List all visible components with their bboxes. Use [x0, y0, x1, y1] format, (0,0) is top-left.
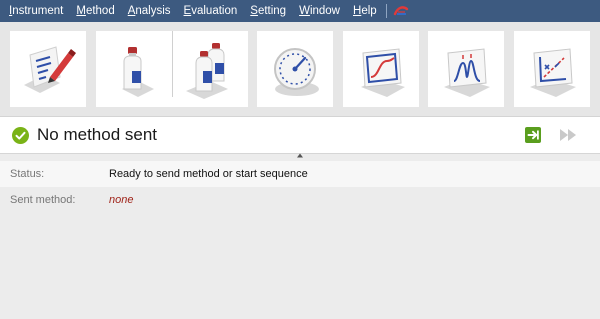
toolbar — [0, 22, 600, 117]
gauge-icon — [274, 48, 319, 96]
menu-help-label: Help — [353, 5, 377, 17]
menu-method[interactable]: Method — [76, 0, 114, 22]
sent-method-row: Sent method: none — [0, 187, 600, 213]
menu-separator — [385, 4, 387, 18]
menu-instrument[interactable]: Instrument — [9, 0, 63, 22]
menu-method-label: Method — [76, 5, 115, 17]
status-header: No method sent — [0, 117, 600, 154]
status-row: Status: Ready to send method or start se… — [0, 161, 600, 187]
toolbar-curve-chart-button[interactable] — [343, 31, 419, 107]
status-title: No method sent — [37, 125, 158, 144]
collapse-arrow-icon[interactable] — [295, 152, 305, 158]
sent-method-value: none — [109, 194, 134, 206]
menu-setting-label: Setting — [250, 5, 287, 17]
menu-window-label: Window — [299, 5, 340, 17]
menu-analysis-label: Analysis — [127, 5, 171, 17]
method-edit-icon — [24, 46, 76, 93]
details-panel: Status: Ready to send method or start se… — [0, 159, 600, 319]
menu-window[interactable]: Window — [299, 0, 340, 22]
single-analysis-icon[interactable] — [96, 31, 172, 107]
menu-help[interactable]: Help — [353, 0, 377, 22]
toolbar-chromatogram-button[interactable] — [428, 31, 504, 107]
toolbar-calibration-button[interactable] — [514, 31, 590, 107]
chromatogram-icon — [444, 48, 490, 97]
menu-setting[interactable]: Setting — [250, 0, 286, 22]
send-method-button[interactable] — [525, 127, 541, 143]
status-label: Status: — [10, 168, 45, 180]
toolbar-analysis-group — [96, 31, 248, 107]
menu-analysis[interactable]: Analysis — [128, 0, 171, 22]
calibration-icon — [530, 48, 576, 97]
sent-method-label: Sent method: — [10, 194, 76, 206]
check-circle-icon — [12, 127, 29, 144]
menu-instrument-label: Instrument — [9, 5, 64, 17]
app-logo-icon — [393, 5, 409, 17]
menu-evaluation[interactable]: Evaluation — [184, 0, 238, 22]
fast-forward-icon[interactable] — [559, 128, 577, 142]
status-value: Ready to send method or start sequence — [109, 168, 308, 180]
toolbar-method-edit-button[interactable] — [10, 31, 86, 107]
menu-bar: Instrument Method Analysis Evaluation Se… — [0, 0, 600, 22]
curve-chart-icon — [361, 48, 405, 97]
batch-analysis-icon[interactable] — [172, 31, 248, 107]
menu-evaluation-label: Evaluation — [183, 5, 238, 17]
toolbar-gauge-button[interactable] — [257, 31, 333, 107]
